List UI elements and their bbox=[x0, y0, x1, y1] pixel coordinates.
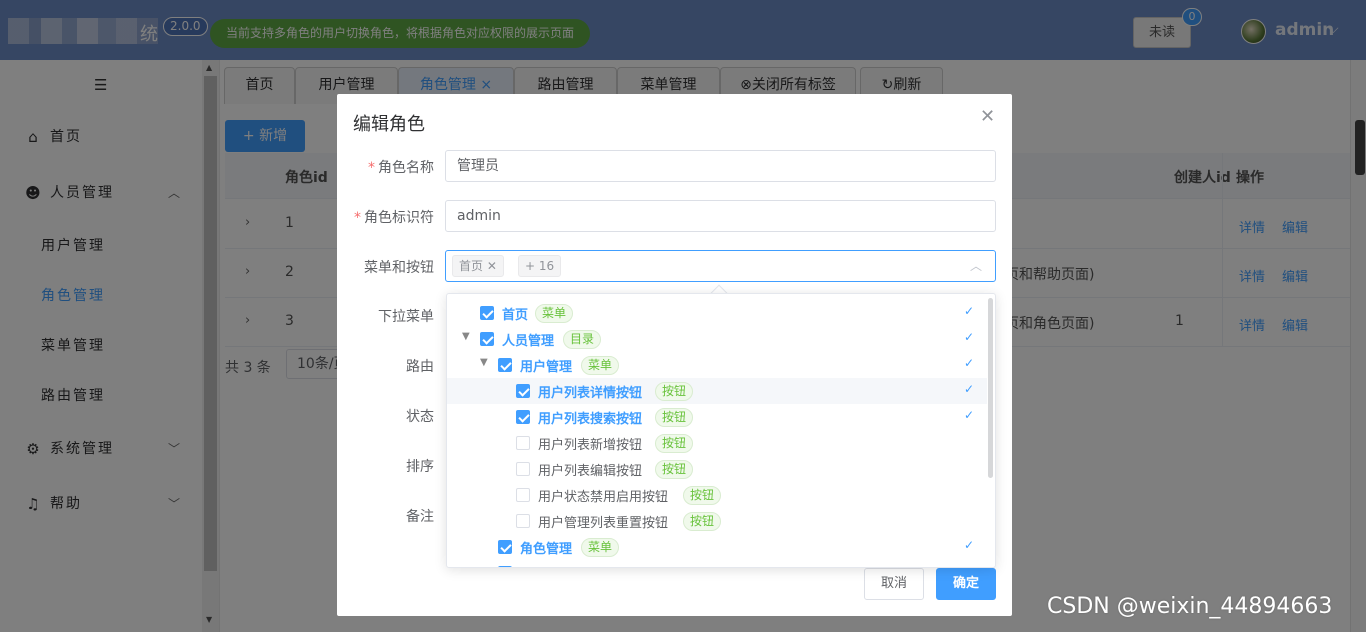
type-tag: 按钮 bbox=[655, 460, 694, 479]
checkbox[interactable] bbox=[498, 358, 512, 372]
required-asterisk: * bbox=[368, 160, 375, 176]
menus-label: 菜单和按钮 bbox=[364, 260, 434, 276]
checkbox[interactable] bbox=[498, 540, 512, 554]
label-text: 角色标识符 bbox=[364, 210, 434, 226]
check-icon: ✓ bbox=[964, 408, 975, 422]
type-tag: 按钮 bbox=[683, 512, 722, 531]
tree-node-home[interactable]: 首页 菜单 ✓ bbox=[447, 300, 987, 326]
check-icon: ✓ bbox=[964, 356, 975, 370]
checkbox[interactable] bbox=[480, 332, 494, 346]
tree-scrollbar[interactable] bbox=[988, 298, 993, 478]
tree-node-user-detail-btn[interactable]: 用户列表详情按钮 按钮 ✓ bbox=[447, 378, 987, 404]
sort-label: 排序 bbox=[406, 459, 434, 475]
role-code-input[interactable]: admin bbox=[445, 200, 996, 232]
cancel-button[interactable]: 取消 bbox=[864, 568, 924, 600]
menus-tree-dropdown: 首页 菜单 ✓ ▼ 人员管理 目录 ✓ ▼ 用户管理 菜单 ✓ 用户列表详情按钮… bbox=[446, 293, 996, 568]
tree-node-label: 用户列表编辑按钮 bbox=[538, 464, 643, 479]
type-tag: 菜单 bbox=[581, 538, 620, 557]
tree-node-user-add-btn[interactable]: 用户列表新增按钮 按钮 bbox=[447, 430, 987, 456]
tree-node-user-reset-btn[interactable]: 用户管理列表重置按钮 按钮 bbox=[447, 508, 987, 534]
tree-node-label: 用户列表新增按钮 bbox=[538, 438, 643, 453]
tree-node-label: 用户列表详情按钮 bbox=[538, 386, 643, 401]
type-tag: 按钮 bbox=[655, 434, 694, 453]
check-icon: ✓ bbox=[964, 304, 975, 318]
tree-node-user-status-btn[interactable]: 用户状态禁用启用按钮 按钮 bbox=[447, 482, 987, 508]
check-icon: ✓ bbox=[964, 382, 975, 396]
caret-down-icon[interactable]: ▼ bbox=[480, 357, 488, 368]
dropdown-menu-label: 下拉菜单 bbox=[378, 309, 434, 325]
type-tag: 按钮 bbox=[683, 486, 722, 505]
route-label: 路由 bbox=[406, 359, 434, 375]
check-icon: ✓ bbox=[964, 538, 975, 552]
chip-label: 首页 bbox=[459, 259, 484, 273]
required-asterisk: * bbox=[354, 210, 361, 226]
tree-node-label: 用户列表搜索按钮 bbox=[538, 412, 643, 427]
role-name-input[interactable]: 管理员 bbox=[445, 150, 996, 182]
tree-node-label: 人员管理 bbox=[502, 334, 555, 349]
tree-node-users[interactable]: ▼ 用户管理 菜单 ✓ bbox=[447, 352, 987, 378]
dialog-title: 编辑角色 bbox=[353, 114, 425, 135]
watermark: CSDN @weixin_44894663 bbox=[1047, 594, 1333, 619]
status-label: 状态 bbox=[406, 409, 434, 425]
checkbox[interactable] bbox=[516, 488, 530, 502]
selected-chip: 首页 ✕ bbox=[452, 255, 504, 277]
more-count-chip: + 16 bbox=[518, 255, 562, 277]
tree-node-roles[interactable]: 角色管理 菜单 ✓ bbox=[447, 534, 987, 560]
tree-node-user-search-btn[interactable]: 用户列表搜索按钮 按钮 ✓ bbox=[447, 404, 987, 430]
type-tag: 菜单 bbox=[535, 304, 574, 323]
tree-node-label: 角色管理 bbox=[520, 542, 573, 557]
tree-node-user-edit-btn[interactable]: 用户列表编辑按钮 按钮 bbox=[447, 456, 987, 482]
tree-node-label: 用户管理 bbox=[520, 360, 573, 375]
confirm-button[interactable]: 确定 bbox=[936, 568, 996, 600]
label-text: 角色名称 bbox=[378, 160, 434, 176]
checkbox[interactable] bbox=[516, 514, 530, 528]
tree-node-personnel[interactable]: ▼ 人员管理 目录 ✓ bbox=[447, 326, 987, 352]
chevron-up-icon[interactable]: ︿ bbox=[970, 257, 982, 274]
checkbox[interactable] bbox=[516, 410, 530, 424]
checkbox[interactable] bbox=[516, 462, 530, 476]
remark-label: 备注 bbox=[406, 509, 434, 525]
menus-tree-select[interactable]: 首页 ✕ + 16 ︿ bbox=[445, 250, 996, 282]
checkbox[interactable] bbox=[516, 436, 530, 450]
close-icon[interactable]: ✕ bbox=[487, 259, 497, 273]
close-icon[interactable]: ✕ bbox=[980, 106, 995, 127]
checkbox[interactable] bbox=[480, 306, 494, 320]
checkbox[interactable] bbox=[498, 566, 512, 567]
type-tag: 按钮 bbox=[655, 382, 694, 401]
type-tag: 菜单 bbox=[581, 356, 620, 375]
tree-node-label: 首页 bbox=[502, 308, 529, 323]
type-tag: 目录 bbox=[563, 330, 602, 349]
check-icon: ✓ bbox=[964, 330, 975, 344]
tree-node-partial[interactable] bbox=[447, 560, 987, 567]
role-code-label: * 角色标识符 bbox=[337, 207, 434, 227]
caret-down-icon[interactable]: ▼ bbox=[462, 331, 470, 342]
type-tag: 按钮 bbox=[655, 408, 694, 427]
checkbox[interactable] bbox=[516, 384, 530, 398]
tree-node-label: 用户管理列表重置按钮 bbox=[538, 516, 669, 531]
role-name-label: * 角色名称 bbox=[337, 157, 434, 177]
tree-node-label: 用户状态禁用启用按钮 bbox=[538, 490, 669, 505]
